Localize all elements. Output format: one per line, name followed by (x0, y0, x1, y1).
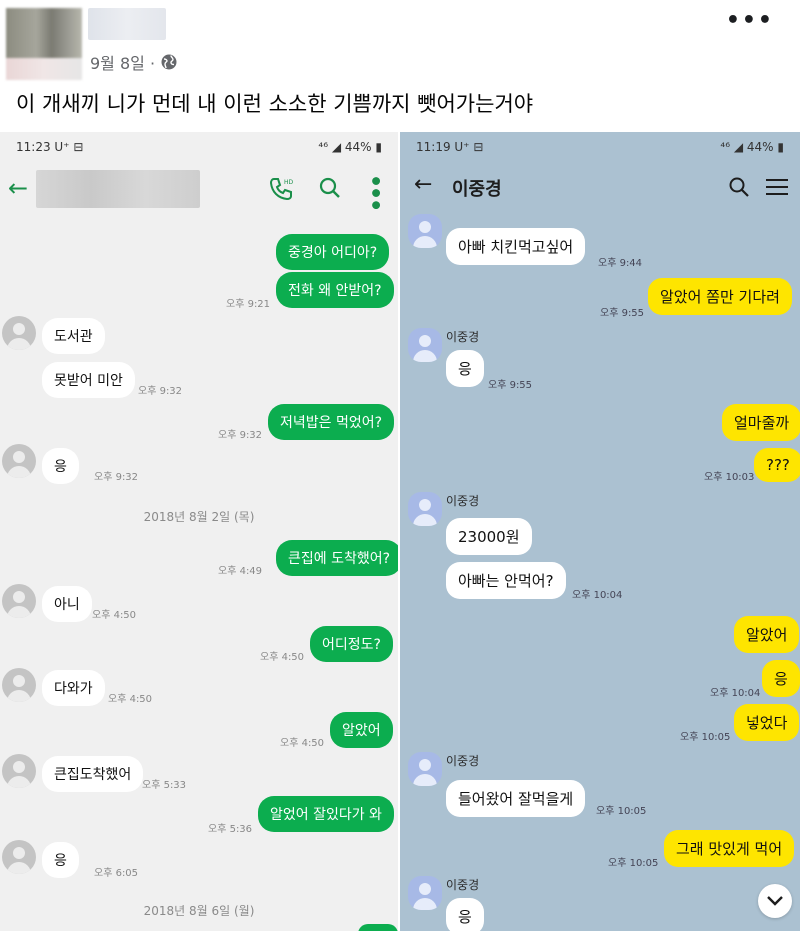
avatar[interactable] (408, 492, 442, 526)
message-in: 응 (446, 350, 484, 387)
avatar[interactable] (408, 752, 442, 786)
message-time: 오후 9:44 (598, 258, 643, 269)
message-time: 오후 9:21 (226, 299, 271, 310)
message-in: 다와가 (42, 670, 105, 706)
message-out: 전화 왜 안받어? (276, 272, 394, 308)
chevron-down-icon (767, 896, 783, 906)
scroll-to-bottom-button[interactable] (758, 884, 792, 918)
post-header: 9월 8일 · ••• 이 개새끼 니가 먼데 내 이런 소소한 기쁨까지 뺏어… (0, 0, 800, 130)
message-time: 오후 9:32 (94, 472, 139, 483)
avatar[interactable] (2, 840, 36, 874)
message-time: 오후 10:05 (596, 806, 647, 817)
screenshot-kakaotalk: 11:19 U⁺ ⊟ ⁴⁶ ◢ 44% ▮ ← 이중경 아빠 치킨먹고싶어 오후… (400, 132, 800, 931)
status-time: 11:19 U⁺ ⊟ (416, 140, 484, 154)
screenshot-sms: 11:23 U⁺ ⊟ ⁴⁶ ◢ 44% ▮ ← HD ••• 중경아 어디아? … (0, 132, 398, 931)
date-separator: 2018년 8월 2일 (목) (143, 510, 255, 524)
avatar[interactable] (2, 316, 36, 350)
message-time: 오후 10:05 (608, 858, 659, 869)
message-in: 23000원 (446, 518, 532, 555)
avatar[interactable] (2, 754, 36, 788)
message-time: 오후 4:50 (108, 694, 153, 705)
message-time: 오후 9:32 (218, 430, 263, 441)
message-out: 알았어 (734, 616, 800, 653)
message-time: 오후 4:50 (280, 738, 325, 749)
avatar[interactable] (6, 8, 82, 80)
message-in: 못받어 미안 (42, 362, 135, 398)
post-text: 이 개새끼 니가 먼데 내 이런 소소한 기쁨까지 뺏어가는거야 (16, 92, 534, 116)
message-out: 알았어 쫌만 기다려 (648, 278, 792, 315)
avatar[interactable] (2, 584, 36, 618)
avatar[interactable] (408, 214, 442, 248)
message-out: 저녁밥은 먹었어? (268, 404, 395, 440)
search-icon[interactable] (728, 176, 750, 198)
message-out: 얼마줄까 (722, 404, 800, 441)
app-bar: ← 이중경 (400, 162, 800, 212)
message-in: 응 (42, 842, 79, 878)
avatar[interactable] (408, 328, 442, 362)
message-out: 중경아 어디아? (276, 234, 390, 270)
message-time: 오후 9:55 (600, 308, 645, 319)
message-time: 오후 9:32 (138, 386, 183, 397)
message-in: 아빠 치킨먹고싶어 (446, 228, 586, 265)
status-bar: 11:19 U⁺ ⊟ ⁴⁶ ◢ 44% ▮ (400, 132, 800, 162)
message-out: 알았어 (330, 712, 393, 748)
message-out: 큰집에 도착했어? (276, 540, 398, 576)
chat-title: 이중경 (452, 179, 502, 200)
message-in: 아빠는 안먹어? (446, 562, 566, 599)
message-time: 오후 4:49 (218, 566, 263, 577)
message-out: 알었어 잘있다가 와 (258, 796, 394, 832)
svg-text:HD: HD (284, 179, 294, 186)
more-vertical-icon[interactable]: ••• (362, 174, 387, 210)
message-in: 응 (42, 448, 79, 484)
message-out: 응 (762, 660, 800, 697)
status-indicators: ⁴⁶ ◢ 44% ▮ (318, 140, 382, 154)
status-bar: 11:23 U⁺ ⊟ ⁴⁶ ◢ 44% ▮ (0, 132, 398, 162)
sender-name: 이중경 (446, 494, 480, 508)
message-out: 어디정도? (310, 626, 393, 662)
contact-name-blurred (36, 170, 200, 208)
message-time: 오후 4:50 (260, 652, 305, 663)
back-arrow-icon[interactable]: ← (8, 174, 28, 202)
message-out: 그래 맛있게 먹어 (664, 830, 795, 867)
message-time: 오후 5:36 (208, 824, 253, 835)
sender-name: 이중경 (446, 878, 480, 892)
app-bar: ← HD ••• (0, 162, 398, 218)
post-date[interactable]: 9월 8일 · (90, 50, 155, 74)
back-arrow-icon[interactable]: ← (414, 172, 432, 197)
message-time: 오후 10:04 (572, 590, 623, 601)
post-meta: 9월 8일 · (90, 50, 177, 74)
message-in: 아니 (42, 586, 92, 622)
message-in: 응 (446, 898, 484, 931)
message-in: 큰집도착했어 (42, 756, 144, 792)
message-in: 도서관 (42, 318, 105, 354)
message-time: 오후 10:03 (704, 472, 755, 483)
sender-name: 이중경 (446, 754, 480, 768)
message-in: 들어왔어 잘먹을게 (446, 780, 586, 817)
message-time: 오후 5:33 (142, 780, 187, 791)
date-separator: 2018년 8월 6일 (월) (143, 904, 255, 918)
sender-name: 이중경 (446, 330, 480, 344)
status-indicators: ⁴⁶ ◢ 44% ▮ (720, 140, 784, 154)
search-icon[interactable] (318, 176, 342, 200)
status-time: 11:23 U⁺ ⊟ (16, 140, 84, 154)
avatar[interactable] (408, 876, 442, 910)
author-name-blurred[interactable] (88, 8, 166, 40)
message-time: 오후 10:04 (710, 688, 761, 699)
message-time: 오후 10:05 (680, 732, 731, 743)
more-horizontal-icon[interactable]: ••• (726, 10, 774, 32)
message-out: 넣었다 (734, 704, 800, 741)
message-out: ??? (754, 448, 800, 482)
message-time: 오후 9:55 (488, 380, 533, 391)
avatar[interactable] (2, 668, 36, 702)
phone-call-icon[interactable]: HD (268, 176, 294, 202)
globe-icon (161, 54, 177, 70)
hamburger-menu-icon[interactable] (766, 178, 788, 196)
message-time: 오후 4:50 (92, 610, 137, 621)
message-out-partial (358, 924, 398, 931)
avatar[interactable] (2, 444, 36, 478)
message-time: 오후 6:05 (94, 868, 139, 879)
